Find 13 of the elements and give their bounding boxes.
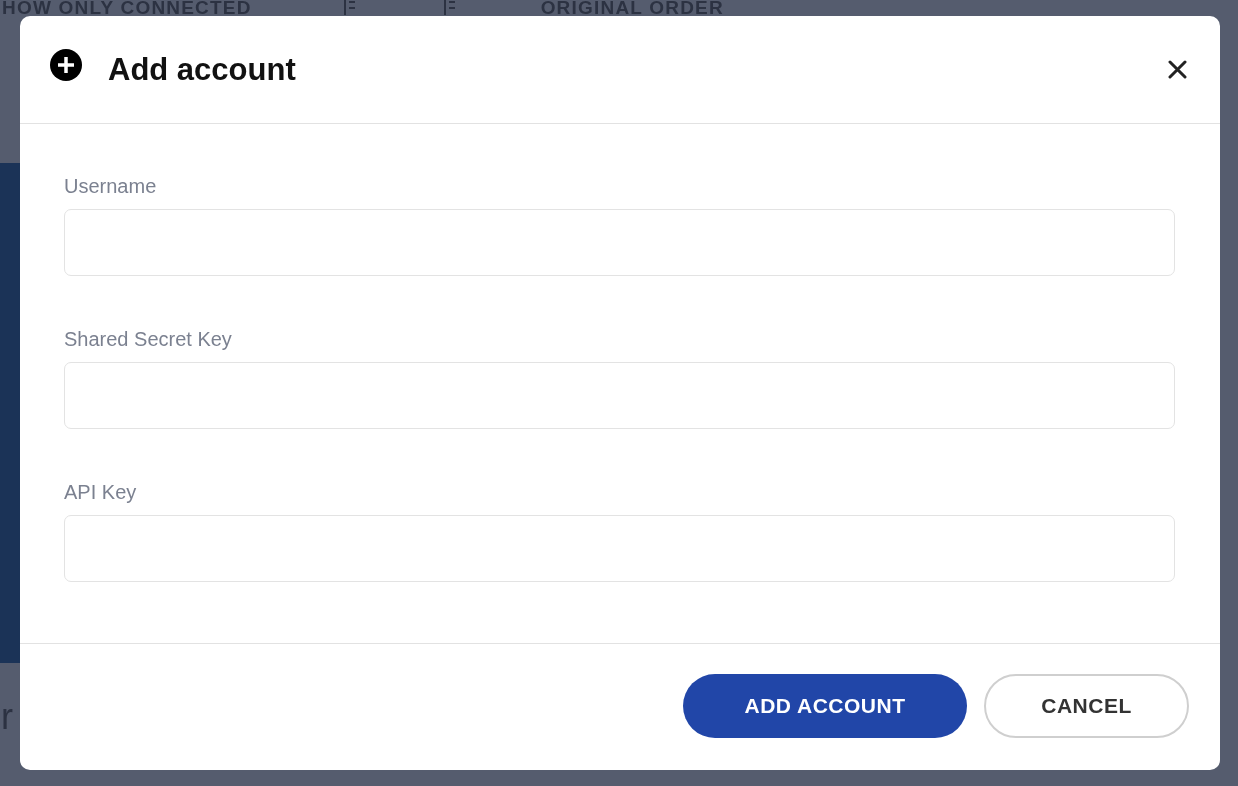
field-label: Shared Secret Key (64, 327, 232, 351)
sort-icon (343, 0, 356, 15)
close-icon[interactable] (1168, 60, 1187, 79)
cancel-button[interactable]: CANCEL (984, 674, 1189, 738)
plus-circle-icon (50, 48, 82, 81)
input-field[interactable] (64, 362, 1175, 429)
input-field[interactable] (64, 515, 1175, 582)
dialog-title: Add account (108, 54, 296, 85)
field-label: API Key (64, 480, 137, 504)
input-field[interactable] (64, 209, 1175, 276)
sort-icon (443, 0, 456, 15)
submit-button[interactable]: ADD ACCOUNT (683, 674, 967, 738)
field-label: Username (64, 174, 157, 198)
